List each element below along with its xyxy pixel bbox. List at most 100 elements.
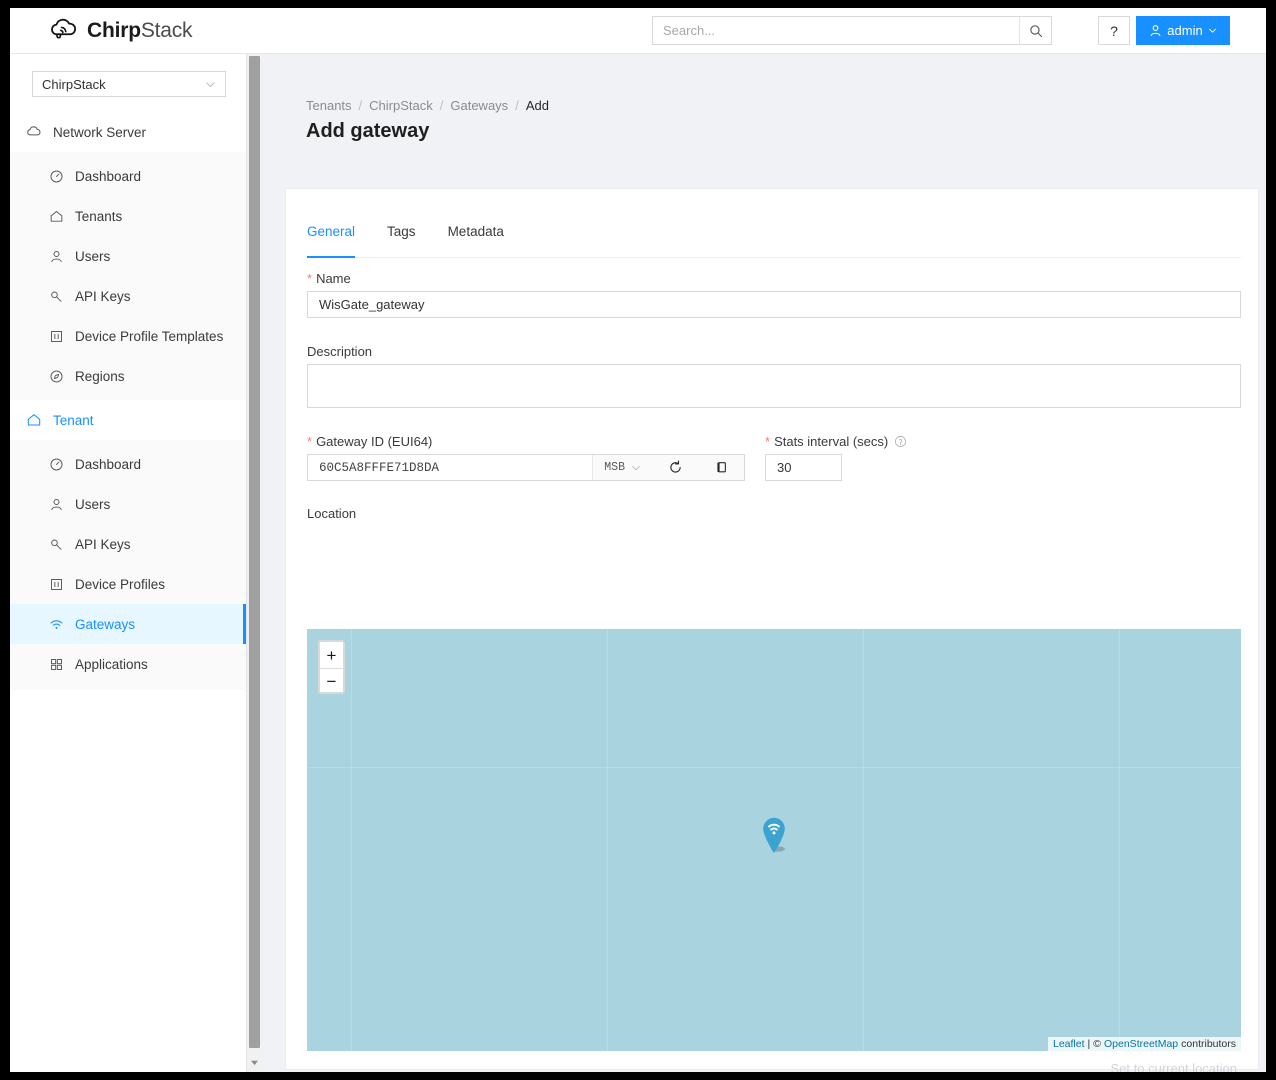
sidebar-header-tenant[interactable]: Tenant (10, 400, 246, 440)
key-icon (48, 536, 64, 552)
compass-icon (48, 368, 64, 384)
generate-gateway-id-button[interactable] (652, 455, 698, 480)
chirpstack-cloud-logo-icon (51, 18, 77, 39)
cloud-icon (26, 124, 42, 140)
map-zoom-in-button[interactable]: + (320, 642, 343, 668)
brand-name: ChirpStack (87, 19, 193, 43)
page-title: Add gateway (306, 120, 430, 142)
brand-name-bold: Chirp (87, 19, 141, 42)
sidebar-header-label: Network Server (53, 124, 147, 140)
gateway-id-input[interactable] (308, 455, 593, 480)
stats-interval-label: * Stats interval (secs) (765, 434, 907, 449)
sidebar-scrollbar-thumb[interactable] (249, 56, 260, 1048)
leaflet-link[interactable]: Leaflet (1053, 1038, 1085, 1050)
sidebar-header-network-server[interactable]: Network Server (10, 112, 246, 152)
required-marker: * (765, 434, 771, 449)
sidebar-item-tenants[interactable]: Tenants (10, 196, 246, 236)
sidebar-item-label: API Keys (75, 288, 131, 304)
sidebar-item-label: Users (75, 248, 111, 264)
byte-order-select[interactable]: MSB (593, 455, 652, 480)
refresh-icon (669, 460, 681, 473)
sidebar-item-tenant-users[interactable]: Users (10, 484, 246, 524)
sidebar-item-label: Gateways (75, 616, 136, 632)
profile-template-icon (48, 576, 64, 592)
byte-order-value: MSB (604, 461, 625, 474)
openstreetmap-link[interactable]: OpenStreetMap (1104, 1038, 1178, 1050)
name-label-text: Name (316, 271, 351, 286)
top-header-bar: ChirpStack ? admin (10, 8, 1266, 54)
grid-icon (48, 656, 64, 672)
sidebar-item-gateways[interactable]: Gateways (10, 604, 246, 644)
gateway-wifi-marker-icon (763, 817, 785, 853)
sidebar-item-label: Regions (75, 368, 125, 384)
breadcrumb-item-chirpstack[interactable]: ChirpStack (369, 98, 433, 113)
breadcrumb-item-tenants[interactable]: Tenants (306, 98, 352, 113)
map-tile-boundary (1119, 629, 1120, 1051)
dashboard-icon (48, 168, 64, 184)
home-icon (48, 208, 64, 224)
sidebar-item-device-profile-templates[interactable]: Device Profile Templates (10, 316, 246, 356)
user-menu-label: admin (1167, 23, 1203, 38)
sidebar-item-applications[interactable]: Applications (10, 644, 246, 684)
map-tile-boundary (351, 629, 352, 1051)
sidebar-item-label: Dashboard (75, 168, 142, 184)
search-box[interactable] (652, 16, 1052, 45)
search-input[interactable] (653, 17, 1019, 44)
sidebar-item-dashboard[interactable]: Dashboard (10, 156, 246, 196)
copy-gateway-id-button[interactable] (698, 455, 744, 480)
user-icon (48, 248, 64, 264)
nav-sub-network-server: Dashboard Tenants Users API Keys Device … (10, 152, 246, 402)
chevron-down-icon (632, 465, 640, 470)
search-button[interactable] (1019, 17, 1051, 44)
sidebar-item-users[interactable]: Users (10, 236, 246, 276)
description-label: Description (307, 344, 372, 359)
sidebar-item-label: Users (75, 496, 111, 512)
question-circle-icon[interactable] (894, 435, 907, 448)
help-button[interactable]: ? (1098, 16, 1130, 45)
gateway-id-field-group: MSB (307, 454, 745, 481)
sidebar-item-label: Applications (75, 656, 148, 672)
location-map[interactable]: + − Leaflet | © OpenStreetMap contributo… (307, 629, 1241, 1051)
tenant-selector[interactable]: ChirpStack (32, 71, 226, 97)
nav-group-tenant: Tenant Dashboard Users API Keys Device P… (10, 400, 246, 690)
sidebar-item-api-keys[interactable]: API Keys (10, 276, 246, 316)
app-window: ChirpStack ? admin (10, 8, 1266, 1072)
gateway-id-label: * Gateway ID (EUI64) (307, 434, 432, 449)
brand-logo[interactable]: ChirpStack (48, 16, 193, 46)
map-zoom-out-button[interactable]: − (320, 668, 343, 692)
stats-interval-input[interactable] (765, 454, 842, 481)
location-label-text: Location (307, 506, 357, 521)
gateway-id-label-text: Gateway ID (EUI64) (316, 434, 433, 449)
sidebar-item-device-profiles[interactable]: Device Profiles (10, 564, 246, 604)
map-tile-boundary (607, 629, 608, 1051)
sidebar-item-label: API Keys (75, 536, 131, 552)
name-label: * Name (307, 271, 351, 286)
scroll-down-arrow-icon[interactable] (249, 1057, 260, 1068)
map-tile-boundary (307, 767, 1241, 768)
breadcrumb-item-add: Add (525, 98, 549, 113)
chevron-down-icon (206, 81, 215, 87)
set-current-location-button[interactable]: Set to current location (1111, 1061, 1237, 1072)
attribution-suffix: contributors (1181, 1038, 1236, 1050)
name-input[interactable] (307, 291, 1241, 318)
sidebar-item-label: Dashboard (75, 456, 142, 472)
gateway-location-marker[interactable] (759, 813, 789, 860)
tab-tags[interactable]: Tags (387, 224, 416, 257)
map-zoom-controls: + − (318, 640, 345, 694)
user-menu-button[interactable]: admin (1136, 16, 1230, 45)
tab-metadata[interactable]: Metadata (448, 224, 504, 257)
sidebar: ChirpStack Network Server Dashboard Tena… (10, 54, 246, 1072)
copyright-symbol: © (1093, 1038, 1101, 1050)
sidebar-item-tenant-dashboard[interactable]: Dashboard (10, 444, 246, 484)
sidebar-item-tenant-api-keys[interactable]: API Keys (10, 524, 246, 564)
stats-interval-label-text: Stats interval (secs) (774, 434, 889, 449)
add-gateway-card: General Tags Metadata * Name Description… (285, 188, 1259, 1072)
breadcrumb-item-gateways[interactable]: Gateways (450, 98, 508, 113)
sidebar-item-regions[interactable]: Regions (10, 356, 246, 396)
map-tile-boundary (863, 629, 864, 1051)
chevron-down-icon (1208, 28, 1216, 33)
user-icon (48, 496, 64, 512)
description-textarea[interactable] (307, 364, 1241, 408)
wifi-icon (48, 616, 64, 632)
tab-general[interactable]: General (307, 224, 356, 258)
